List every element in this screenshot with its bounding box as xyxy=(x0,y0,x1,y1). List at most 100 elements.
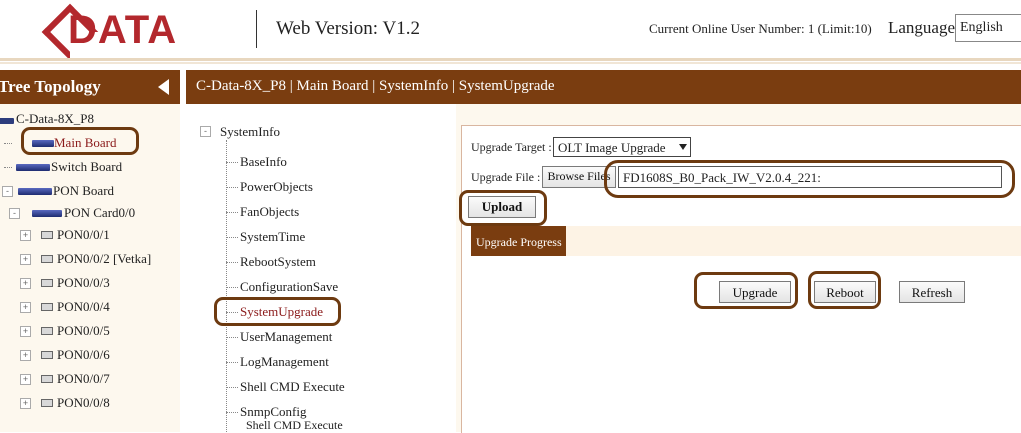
highlight-reboot-button xyxy=(808,271,881,309)
tree-node-pon-port-label: PON0/0/3 xyxy=(57,275,110,290)
pon-port-icon xyxy=(41,303,53,311)
expand-toggle-icon[interactable]: + xyxy=(20,302,31,313)
menu-connector xyxy=(226,212,238,213)
main-header-bar: C-Data-8X_P8 | Main Board | SystemInfo |… xyxy=(186,70,1021,104)
menu-connector xyxy=(226,262,238,263)
highlight-main-board xyxy=(21,127,139,155)
top-header: DATA Web Version: V1.2.4_ Current Online… xyxy=(0,0,1021,61)
collapse-arrow-icon[interactable] xyxy=(158,79,169,95)
tree-node-pon-port[interactable]: + PON0/0/1 xyxy=(0,227,110,243)
menu-item-powerobjects[interactable]: PowerObjects xyxy=(240,179,313,195)
tree-node-pon-port-label: PON0/0/1 xyxy=(57,227,110,242)
highlight-upload-button xyxy=(459,190,547,226)
pon-port-icon xyxy=(41,231,53,239)
tree-node-pon-port[interactable]: + PON0/0/2 [Vetka] xyxy=(0,251,151,267)
tree-node-pon-board-label: PON Board xyxy=(53,183,115,198)
header-divider xyxy=(256,10,257,48)
menu-tree-line xyxy=(226,140,227,432)
tree-node-root[interactable]: C-Data-8X_P8 xyxy=(0,111,94,127)
tree-node-pon-card[interactable]: - PON Card0/0 xyxy=(0,205,135,221)
upgrade-target-label: Upgrade Target : xyxy=(471,140,552,154)
expand-toggle-icon[interactable]: - xyxy=(2,186,13,197)
version-redaction xyxy=(420,16,474,40)
menu-connector xyxy=(226,337,238,338)
expand-toggle-icon[interactable]: + xyxy=(20,230,31,241)
menu-item-shell-cmd-overflow[interactable]: Shell CMD Execute xyxy=(246,418,343,433)
expand-toggle-icon[interactable]: + xyxy=(20,350,31,361)
upgrade-target-value: OLT Image Upgrade xyxy=(558,140,666,155)
expand-toggle-icon[interactable]: + xyxy=(20,326,31,337)
tree-node-pon-port[interactable]: + PON0/0/7 xyxy=(0,371,110,387)
tree-node-pon-port-label: PON0/0/6 xyxy=(57,347,110,362)
menu-item-usermanagement[interactable]: UserManagement xyxy=(240,329,332,345)
tree-node-pon-port-label: PON0/0/8 xyxy=(57,395,110,410)
pon-port-icon xyxy=(41,399,53,407)
menu-item-configurationsave[interactable]: ConfigurationSave xyxy=(240,279,338,295)
upgrade-progress-tab: Upgrade Progress xyxy=(471,226,566,256)
header-rule-light xyxy=(0,62,1021,64)
refresh-button[interactable]: Refresh xyxy=(899,281,965,303)
menu-connector xyxy=(226,287,238,288)
menu-item-shell-cmd[interactable]: Shell CMD Execute xyxy=(240,379,345,395)
tree-connector xyxy=(4,167,12,168)
menu-item-rebootsystem[interactable]: RebootSystem xyxy=(240,254,316,270)
upgrade-progress-label: Upgrade Progress xyxy=(476,235,562,249)
menu-item-logmanagement[interactable]: LogManagement xyxy=(240,354,329,370)
tree-node-pon-port[interactable]: + PON0/0/8 xyxy=(0,395,110,411)
menu-connector xyxy=(226,362,238,363)
menu-item-systemtime[interactable]: SystemTime xyxy=(240,229,305,245)
chevron-down-icon xyxy=(679,144,687,150)
cdata-logo: DATA xyxy=(41,3,190,61)
tree-node-pon-port[interactable]: + PON0/0/3 xyxy=(0,275,110,291)
pon-port-icon xyxy=(41,255,53,263)
olt-device-icon xyxy=(0,118,14,124)
tree-node-switch-board-label: Switch Board xyxy=(51,159,123,174)
web-version: Web Version: V1.2.4_ xyxy=(276,18,444,39)
board-icon xyxy=(32,210,62,217)
menu-collapse-icon[interactable]: - xyxy=(200,126,211,137)
highlight-systemupgrade xyxy=(214,297,341,326)
menu-root-systeminfo[interactable]: SystemInfo xyxy=(220,124,280,140)
tree-node-pon-port[interactable]: + PON0/0/5 xyxy=(0,323,110,339)
expand-toggle-icon[interactable]: - xyxy=(9,208,20,219)
language-select[interactable]: English xyxy=(955,14,1021,42)
upgrade-target-select[interactable]: OLT Image Upgrade xyxy=(553,137,691,157)
board-icon xyxy=(16,164,50,171)
tree-node-pon-port[interactable]: + PON0/0/6 xyxy=(0,347,110,363)
menu-connector xyxy=(226,412,238,413)
menu-connector xyxy=(226,387,238,388)
pon-port-icon xyxy=(41,375,53,383)
tree-node-pon-port-label: PON0/0/4 xyxy=(57,299,110,314)
tree-node-pon-port-label: PON0/0/7 xyxy=(57,371,110,386)
highlight-upgrade-button xyxy=(694,272,798,309)
tree-node-pon-port-label: PON0/0/2 [Vetka] xyxy=(57,251,152,266)
tree-connector xyxy=(4,143,12,144)
expand-toggle-icon[interactable]: + xyxy=(20,278,31,289)
tree-node-pon-board[interactable]: - PON Board xyxy=(0,183,114,199)
tree-node-root-label: C-Data-8X_P8 xyxy=(16,111,94,126)
online-user-count: Current Online User Number: 1 (Limit:10) xyxy=(649,21,872,36)
highlight-file-field xyxy=(604,160,1015,198)
tree-node-switch-board[interactable]: Switch Board xyxy=(0,159,122,175)
pon-port-icon xyxy=(41,279,53,287)
pon-port-icon xyxy=(41,327,53,335)
language-label: Language xyxy=(888,18,956,37)
tree-node-pon-port[interactable]: + PON0/0/4 xyxy=(0,299,110,315)
expand-toggle-icon[interactable]: + xyxy=(20,398,31,409)
expand-toggle-icon[interactable]: + xyxy=(20,254,31,265)
menu-connector xyxy=(226,162,238,163)
logo-text: DATA xyxy=(68,8,178,52)
tree-node-pon-port-label: PON0/0/5 xyxy=(57,323,110,338)
board-icon xyxy=(18,188,52,195)
tree-topology-header: Tree Topology xyxy=(0,70,180,104)
menu-connector xyxy=(226,187,238,188)
header-rule xyxy=(0,58,1021,61)
menu-item-baseinfo[interactable]: BaseInfo xyxy=(240,154,287,170)
expand-toggle-icon[interactable]: + xyxy=(20,374,31,385)
menu-item-fanobjects[interactable]: FanObjects xyxy=(240,204,299,220)
pon-port-icon xyxy=(41,351,53,359)
breadcrumb: C-Data-8X_P8 | Main Board | SystemInfo |… xyxy=(196,78,555,94)
language-value: English xyxy=(960,20,1003,35)
tree-node-pon-card-label: PON Card0/0 xyxy=(64,205,136,220)
upgrade-file-label: Upgrade File : xyxy=(471,170,541,184)
